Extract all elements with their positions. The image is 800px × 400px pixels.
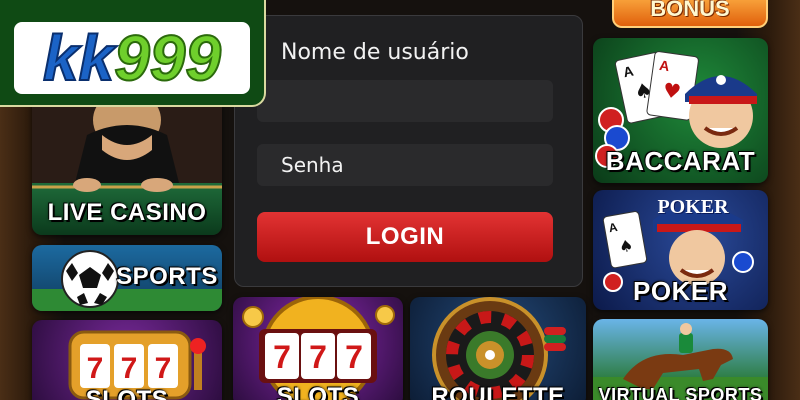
- baccarat-label: BACCARAT: [605, 146, 756, 176]
- slots-left-tile[interactable]: 7 7 7 SLOTS: [32, 320, 222, 400]
- logo-container: kk 999: [0, 0, 266, 107]
- login-button[interactable]: LOGIN: [257, 212, 553, 262]
- svg-text:7: 7: [345, 339, 363, 375]
- login-panel: Nome de usuário LOGIN: [234, 15, 583, 287]
- svg-text:♥: ♥: [661, 78, 682, 104]
- virtual-sports-tile[interactable]: VIRTUAL SPORTS: [593, 319, 768, 400]
- virtual-sports-label: VIRTUAL SPORTS: [598, 385, 763, 400]
- svg-text:7: 7: [155, 352, 172, 385]
- sports-label: SPORTS: [116, 263, 218, 290]
- logo-kk-text: kk: [42, 22, 115, 94]
- svg-text:7: 7: [121, 352, 138, 385]
- username-label: Nome de usuário: [281, 40, 469, 65]
- slots-left-label: SLOTS: [85, 386, 169, 400]
- slots-center-label: SLOTS: [276, 383, 360, 400]
- kk999-logo[interactable]: kk 999: [14, 22, 250, 94]
- slots-center-tile[interactable]: 7 7 7 SLOTS: [233, 297, 403, 400]
- roulette-tile[interactable]: ROULETTE: [410, 297, 586, 400]
- bonus-button[interactable]: BONUS: [612, 0, 768, 28]
- live-casino-label: LIVE CASINO: [47, 199, 207, 226]
- poker-label: POKER: [633, 276, 728, 306]
- sports-tile[interactable]: SPORTS: [32, 245, 222, 311]
- svg-text:7: 7: [309, 339, 327, 375]
- svg-text:7: 7: [273, 339, 291, 375]
- live-casino-tile[interactable]: LIVE CASINO: [32, 95, 222, 235]
- bonus-label: BONUS: [650, 0, 730, 21]
- password-input[interactable]: [257, 144, 553, 186]
- username-input[interactable]: [257, 80, 553, 122]
- logo-999-text: 999: [113, 22, 222, 94]
- poker-tile[interactable]: A ♠ POKER POKER: [593, 190, 768, 310]
- svg-text:7: 7: [87, 352, 104, 385]
- baccarat-tile[interactable]: A ♠ A ♥ BACCARAT: [593, 38, 768, 183]
- roulette-label: ROULETTE: [431, 383, 565, 400]
- poker-sign: POKER: [657, 196, 729, 218]
